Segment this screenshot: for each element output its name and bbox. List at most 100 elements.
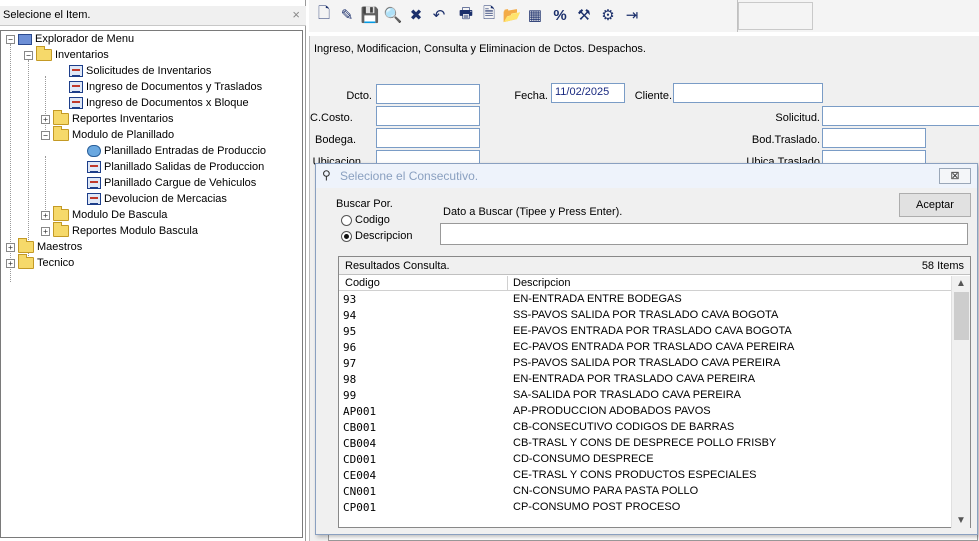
column-header-codigo[interactable]: Codigo (345, 277, 380, 289)
list-item[interactable]: CP001 CP-CONSUMO POST PROCESO (339, 500, 951, 516)
list-item[interactable]: CB001 CB-CONSECUTIVO CODIGOS DE BARRAS (339, 420, 951, 436)
list-item[interactable]: 97 PS-PAVOS SALIDA POR TRASLADO CAVA PERE… (339, 356, 951, 372)
tree-item-solicitudes[interactable]: Solicitudes de Inventarios (69, 63, 211, 79)
folder-icon (53, 222, 69, 237)
fecha-field[interactable]: 11/02/2025 (551, 83, 625, 103)
radio-circle[interactable] (341, 230, 352, 242)
list-item[interactable]: CN001 CN-CONSUMO PARA PASTA POLLO (339, 484, 951, 500)
expand-icon[interactable]: + (6, 242, 15, 252)
radio-circle[interactable] (341, 214, 352, 226)
list-item[interactable]: 96 EC-PAVOS ENTRADA POR TRASLADO CAVA PER… (339, 340, 951, 356)
vertical-scrollbar[interactable]: ▲ ▼ (951, 276, 970, 528)
folder-icon (18, 254, 34, 269)
form-icon (87, 193, 101, 205)
toolbar: 🗋 ✎ 💾 🔍 ✖ ↶ 🖶 🗎 📂 ▦ % ⚒ ⚙ ⇥ (309, 0, 979, 32)
search-hint-label: Dato a Buscar (Tipee y Press Enter). (443, 206, 623, 218)
radio-descripcion[interactable]: Descripcion (341, 230, 412, 242)
list-item[interactable]: CB004 CB-TRASL Y CONS DE DESPRECE POLLO F… (339, 436, 951, 452)
settings-icon[interactable]: ⚙ (597, 4, 619, 26)
edit-icon[interactable]: ✎ (336, 4, 358, 26)
column-headers: Codigo Descripcion (339, 276, 951, 291)
expand-icon[interactable]: + (41, 114, 50, 124)
accept-button[interactable]: Aceptar (899, 193, 971, 217)
computer-icon (18, 33, 32, 45)
find-icon[interactable]: 🔍 (382, 4, 404, 26)
tree-item-tecnico[interactable]: + Tecnico (6, 254, 74, 271)
form-icon (69, 65, 83, 77)
tree-item-explorador[interactable]: − Explorador de Menu (6, 31, 134, 47)
panel-header: Selecione el Item. × (0, 6, 306, 26)
new-document-icon[interactable]: 🗋 (313, 4, 335, 26)
list-item[interactable]: 99 SA-SALIDA POR TRASLADO CAVA PEREIRA (339, 388, 951, 404)
folder-open-icon (53, 126, 69, 141)
tree-item-inventarios[interactable]: − Inventarios (24, 46, 109, 63)
folder-icon (53, 110, 69, 125)
list-item[interactable]: CE004 CE-TRASL Y CONS PRODUCTOS ESPECIALE… (339, 468, 951, 484)
tools-icon[interactable]: ⚒ (573, 4, 595, 26)
search-input[interactable] (440, 223, 968, 245)
exit-icon[interactable]: ⇥ (621, 4, 643, 26)
undo-icon[interactable]: ↶ (428, 4, 450, 26)
list-item[interactable]: 93 EN-ENTRADA ENTRE BODEGAS (339, 292, 951, 308)
expand-icon[interactable]: + (41, 226, 50, 236)
list-item[interactable]: CD001 CD-CONSUMO DESPRECE (339, 452, 951, 468)
cliente-field[interactable] (673, 83, 823, 103)
tree-item-modulo-planillado[interactable]: − Modulo de Planillado (41, 126, 174, 143)
tree-item-planillado-salidas[interactable]: Planillado Salidas de Produccion (87, 159, 264, 175)
folder-icon (18, 238, 34, 253)
column-header-descripcion[interactable]: Descripcion (513, 277, 570, 289)
tree-item-reportes-inventarios[interactable]: + Reportes Inventarios (41, 110, 174, 127)
print-preview-icon[interactable]: 🗎 (478, 4, 500, 26)
tree-item-ingreso-bloque[interactable]: Ingreso de Documentos x Bloque (69, 95, 249, 111)
scroll-down-icon[interactable]: ▼ (956, 515, 966, 526)
solicitud-field[interactable] (822, 106, 979, 126)
list-item[interactable]: 95 EE-PAVOS ENTRADA POR TRASLADO CAVA BOG… (339, 324, 951, 340)
menu-tree: − Explorador de Menu − Inventarios Solic… (0, 30, 303, 538)
tree-item-devolucion[interactable]: Devolucion de Mercacias (87, 191, 227, 207)
radio-codigo[interactable]: Codigo (341, 214, 390, 226)
results-rows: 93 EN-ENTRADA ENTRE BODEGAS 94 SS-PAVOS SA… (339, 292, 951, 528)
calculator-icon[interactable]: ▦ (524, 4, 546, 26)
ccosto-field[interactable] (376, 106, 480, 126)
bod-traslado-field[interactable] (822, 128, 926, 148)
form-icon (87, 161, 101, 173)
scroll-thumb[interactable] (954, 292, 969, 340)
close-button[interactable]: ⊠ (939, 168, 971, 184)
bodega-field[interactable] (376, 128, 480, 148)
list-item[interactable]: AP001 AP-PRODUCCION ADOBADOS PAVOS (339, 404, 951, 420)
collapse-icon[interactable]: − (41, 130, 50, 140)
form-icon (87, 177, 101, 189)
folder-icon (53, 206, 69, 221)
tree-item-maestros[interactable]: + Maestros (6, 238, 82, 255)
form-title: Ingreso, Modificacion, Consulta y Elimin… (314, 43, 646, 55)
expand-icon[interactable]: + (6, 258, 15, 268)
results-header: Resultados Consulta. 58 Items (339, 257, 970, 275)
column-divider[interactable] (507, 276, 508, 290)
close-icon[interactable]: × (292, 7, 300, 22)
list-item[interactable]: 98 EN-ENTRADA POR TRASLADO CAVA PEREIRA (339, 372, 951, 388)
tree-item-modulo-bascula[interactable]: + Modulo De Bascula (41, 206, 167, 223)
solicitud-label: Solicitud. (775, 112, 820, 124)
open-folder-icon[interactable]: 📂 (501, 4, 523, 26)
results-title: Resultados Consulta. (345, 260, 450, 272)
dialog-title: Selecione el Consecutivo. (340, 169, 479, 183)
collapse-icon[interactable]: − (6, 34, 15, 44)
tree-item-planillado-entradas[interactable]: Planillado Entradas de Produccio (87, 143, 267, 159)
tree-item-reportes-bascula[interactable]: + Reportes Modulo Bascula (41, 222, 198, 239)
dcto-field[interactable] (376, 84, 480, 104)
list-item[interactable]: 94 SS-PAVOS SALIDA POR TRASLADO CAVA BOGO… (339, 308, 951, 324)
scroll-up-icon[interactable]: ▲ (956, 278, 966, 289)
panel-title: Selecione el Item. (3, 9, 91, 21)
save-icon[interactable]: 💾 (359, 4, 381, 26)
tree-item-ingreso-traslados[interactable]: Ingreso de Documentos y Traslados (69, 79, 262, 95)
select-consecutive-dialog: ⚲ Selecione el Consecutivo. ⊠ Buscar Por… (315, 163, 978, 535)
expand-icon[interactable]: + (41, 210, 50, 220)
tree-item-planillado-cargue[interactable]: Planillado Cargue de Vehiculos (87, 175, 256, 191)
globe-icon (87, 145, 101, 157)
print-icon[interactable]: 🖶 (455, 4, 477, 26)
collapse-icon[interactable]: − (24, 50, 33, 60)
binoculars-icon: ⚲ (322, 168, 331, 182)
percent-icon[interactable]: % (549, 4, 571, 26)
fecha-label: Fecha. (514, 90, 548, 102)
delete-icon[interactable]: ✖ (405, 4, 427, 26)
